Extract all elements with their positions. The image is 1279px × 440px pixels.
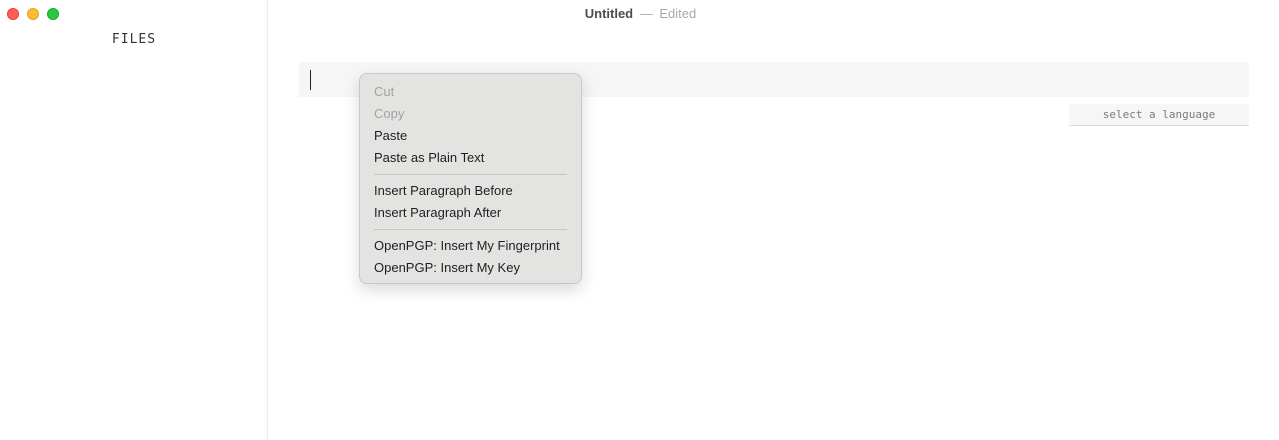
window-controls xyxy=(7,8,59,20)
menu-item-cut[interactable]: Cut xyxy=(360,81,581,103)
menu-item-insert-paragraph-before[interactable]: Insert Paragraph Before xyxy=(360,180,581,202)
menu-item-copy[interactable]: Copy xyxy=(360,103,581,125)
text-caret xyxy=(310,70,311,90)
language-select[interactable]: select a language xyxy=(1069,104,1249,126)
menu-item-insert-paragraph-after[interactable]: Insert Paragraph After xyxy=(360,202,581,224)
menu-separator xyxy=(374,229,567,230)
sidebar: FILES xyxy=(0,0,268,440)
document-name: Untitled xyxy=(584,6,634,21)
menu-item-insert-key[interactable]: OpenPGP: Insert My Key xyxy=(360,257,581,279)
minimize-window-button[interactable] xyxy=(27,8,39,20)
document-state: Edited xyxy=(659,6,697,21)
menu-separator xyxy=(374,174,567,175)
title-separator: — xyxy=(639,6,653,21)
maximize-window-button[interactable] xyxy=(47,8,59,20)
app-window: FILES Untitled — Edited select a languag… xyxy=(0,0,1279,440)
menu-item-insert-fingerprint[interactable]: OpenPGP: Insert My Fingerprint xyxy=(360,235,581,257)
window-title: Untitled — Edited xyxy=(268,6,1013,21)
close-window-button[interactable] xyxy=(7,8,19,20)
title-bar: Untitled — Edited xyxy=(268,0,1279,28)
sidebar-title: FILES xyxy=(111,32,157,47)
menu-item-paste-plain-text[interactable]: Paste as Plain Text xyxy=(360,147,581,169)
menu-item-paste[interactable]: Paste xyxy=(360,125,581,147)
context-menu: Cut Copy Paste Paste as Plain Text Inser… xyxy=(359,73,582,284)
